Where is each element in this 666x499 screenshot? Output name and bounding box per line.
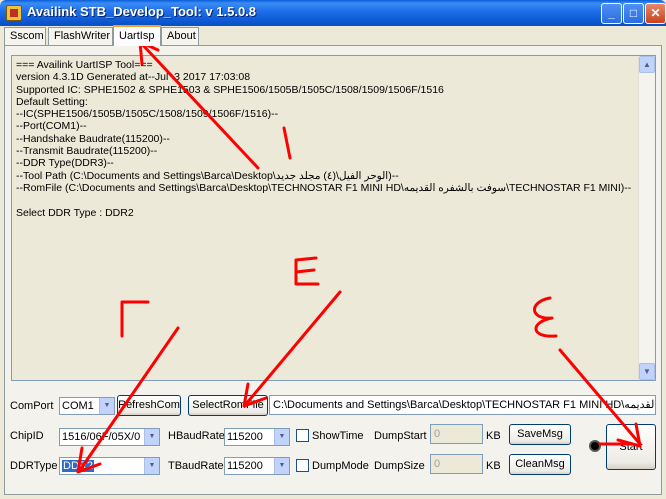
tbaudrate-value: 115200	[227, 460, 263, 472]
start-button[interactable]: Start	[606, 424, 656, 470]
log-output[interactable]: === Availink UartISP Tool=== version 4.3…	[11, 55, 656, 381]
ddrtype-value: DDR2	[62, 460, 94, 472]
tab-uartisp[interactable]: UartIsp	[113, 25, 161, 46]
showtime-checkbox[interactable]	[296, 429, 309, 442]
tbaudrate-select[interactable]: 115200 ▼	[224, 457, 290, 475]
maximize-button[interactable]: □	[623, 3, 644, 24]
chevron-down-icon[interactable]: ▼	[144, 458, 159, 474]
chevron-down-icon[interactable]: ▼	[274, 458, 289, 474]
ddrtype-select[interactable]: DDR2 ▼	[59, 457, 160, 475]
log-scrollbar[interactable]: ▲ ▼	[638, 56, 655, 380]
save-msg-button[interactable]: SaveMsg	[509, 424, 571, 445]
tab-sscom[interactable]: Sscom	[4, 27, 46, 45]
tbaudrate-label: TBaudRate	[168, 460, 224, 472]
chipid-label: ChipID	[10, 430, 44, 442]
chevron-down-icon[interactable]: ▼	[99, 398, 114, 414]
dumpsize-unit: KB	[486, 460, 501, 472]
romfile-path-input[interactable]: C:\Documents and Settings\Barca\Desktop\…	[269, 395, 656, 415]
app-icon	[6, 5, 22, 21]
chipid-select[interactable]: 1516/06F/05X/0 ▼	[59, 428, 160, 446]
scroll-up-icon[interactable]: ▲	[639, 56, 655, 73]
dumpsize-input[interactable]: 0	[430, 454, 483, 474]
scroll-down-icon[interactable]: ▼	[639, 363, 655, 380]
refresh-com-button[interactable]: RefreshCom	[117, 395, 181, 416]
chevron-down-icon[interactable]: ▼	[274, 429, 289, 445]
hbaudrate-label: HBaudRate	[168, 430, 225, 442]
clean-msg-button[interactable]: CleanMsg	[509, 454, 571, 475]
status-indicator-icon	[589, 440, 601, 452]
select-romfile-button[interactable]: SelectRomFile	[188, 395, 268, 416]
window-title: Availink STB_Develop_Tool: v 1.5.0.8	[27, 4, 257, 19]
dumpstart-unit: KB	[486, 430, 501, 442]
showtime-label: ShowTime	[312, 430, 364, 442]
log-text: === Availink UartISP Tool=== version 4.3…	[16, 59, 632, 219]
minimize-button[interactable]: _	[601, 3, 622, 24]
comport-value: COM1	[62, 400, 94, 412]
title-bar[interactable]: Availink STB_Develop_Tool: v 1.5.0.8 _ □…	[0, 0, 666, 26]
close-button[interactable]: ✕	[645, 3, 666, 24]
dumpmode-checkbox[interactable]	[296, 459, 309, 472]
dumpstart-input[interactable]: 0	[430, 424, 483, 444]
tab-flashwriter[interactable]: FlashWriter	[48, 27, 113, 45]
dumpstart-label: DumpStart	[374, 430, 427, 442]
chipid-value: 1516/06F/05X/0	[62, 431, 141, 443]
dumpmode-label: DumpMode	[312, 460, 369, 472]
tab-about[interactable]: About	[161, 27, 199, 45]
chevron-down-icon[interactable]: ▼	[144, 429, 159, 445]
hbaudrate-value: 115200	[227, 431, 263, 443]
dumpsize-label: DumpSize	[374, 460, 425, 472]
comport-label: ComPort	[10, 400, 54, 412]
hbaudrate-select[interactable]: 115200 ▼	[224, 428, 290, 446]
ddrtype-label: DDRType	[10, 460, 58, 472]
comport-select[interactable]: COM1 ▼	[59, 397, 115, 415]
